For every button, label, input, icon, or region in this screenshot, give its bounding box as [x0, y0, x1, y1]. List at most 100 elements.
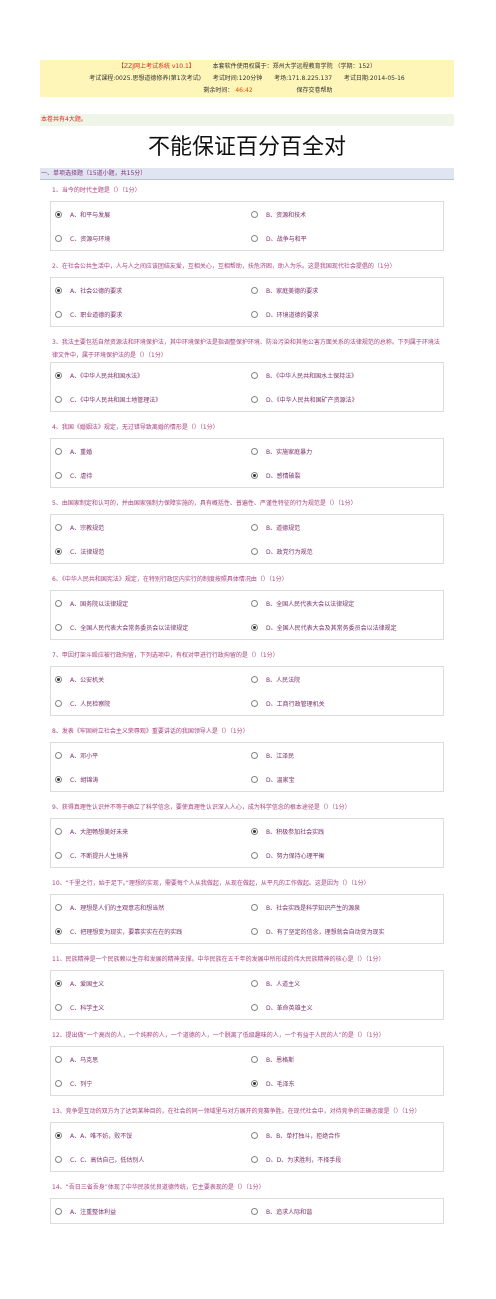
radio-button[interactable]	[251, 1207, 258, 1215]
radio-button[interactable]	[251, 699, 258, 707]
radio-button-selected[interactable]	[55, 979, 62, 987]
answer-option[interactable]: A、《中华人民共和国水法》	[51, 371, 247, 380]
answer-option[interactable]: B、追求人际和谐	[247, 1207, 443, 1216]
radio-button-selected[interactable]	[55, 371, 62, 379]
answer-option[interactable]: B、社会实践是科学知识产生的源泉	[247, 903, 443, 912]
radio-button[interactable]	[55, 310, 62, 318]
radio-button-selected[interactable]	[55, 927, 62, 935]
answer-option[interactable]: C、C、高估自己，低估别人	[51, 1155, 247, 1164]
answer-option[interactable]: A、A、唯不妨，败不馁	[51, 1131, 247, 1140]
answer-option[interactable]: C、资源与环境	[51, 234, 247, 243]
radio-button[interactable]	[55, 1055, 62, 1063]
radio-button[interactable]	[55, 851, 62, 859]
answer-option[interactable]: A、马克思	[51, 1055, 247, 1064]
radio-button[interactable]	[251, 979, 258, 987]
radio-button-selected[interactable]	[55, 675, 62, 683]
radio-button-selected[interactable]	[251, 1079, 258, 1087]
radio-button-selected[interactable]	[251, 623, 258, 631]
radio-button[interactable]	[55, 395, 62, 403]
answer-option[interactable]: C、列宁	[51, 1079, 247, 1088]
radio-button[interactable]	[251, 523, 258, 531]
answer-option[interactable]: A、大胆畅想美好未来	[51, 827, 247, 836]
radio-button[interactable]	[55, 447, 62, 455]
answer-option[interactable]: A、注重整体利益	[51, 1207, 247, 1216]
radio-button[interactable]	[55, 623, 62, 631]
answer-option[interactable]: D、环境道德的要求	[247, 310, 443, 319]
answer-option[interactable]: B、人民法院	[247, 675, 443, 684]
answer-option[interactable]: D、《中华人民共和国矿产资源法》	[247, 395, 443, 404]
answer-option[interactable]: D、全国人民代表大会及其常务委员会以法律规定	[247, 623, 443, 632]
answer-option[interactable]: A、爱国主义	[51, 979, 247, 988]
radio-button[interactable]	[55, 751, 62, 759]
answer-option[interactable]: D、D、为求胜利，不择手段	[247, 1155, 443, 1164]
radio-button-selected[interactable]	[251, 471, 258, 479]
radio-button[interactable]	[251, 395, 258, 403]
radio-button[interactable]	[251, 903, 258, 911]
answer-option[interactable]: C、虐待	[51, 471, 247, 480]
answer-option[interactable]: C、胡锦涛	[51, 775, 247, 784]
answer-option[interactable]: B、《中华人民共和国水土保持法》	[247, 371, 443, 380]
answer-option[interactable]: A、国务院以法律规定	[51, 599, 247, 608]
answer-option[interactable]: B、全国人民代表大会以法律规定	[247, 599, 443, 608]
answer-option[interactable]: B、B、单打独斗，拒绝合作	[247, 1131, 443, 1140]
answer-option[interactable]: B、资源和技术	[247, 210, 443, 219]
radio-button[interactable]	[55, 599, 62, 607]
radio-button[interactable]	[251, 775, 258, 783]
radio-button[interactable]	[251, 1131, 258, 1139]
save-submit-help-links[interactable]: 保存交卷帮助	[296, 87, 332, 94]
radio-button[interactable]	[251, 210, 258, 218]
answer-option[interactable]: D、温家宝	[247, 775, 443, 784]
answer-option[interactable]: C、把理想变为现实，要靠实实在在的实践	[51, 927, 247, 936]
radio-button[interactable]	[55, 827, 62, 835]
radio-button[interactable]	[251, 547, 258, 555]
radio-button[interactable]	[55, 1155, 62, 1163]
radio-button[interactable]	[251, 310, 258, 318]
radio-button[interactable]	[55, 903, 62, 911]
radio-button[interactable]	[251, 1155, 258, 1163]
answer-option[interactable]: B、道德规范	[247, 523, 443, 532]
answer-option[interactable]: C、全国人民代表大会常务委员会以法律规定	[51, 623, 247, 632]
answer-option[interactable]: D、政党行为规范	[247, 547, 443, 556]
radio-button[interactable]	[55, 1003, 62, 1011]
radio-button[interactable]	[251, 447, 258, 455]
answer-option[interactable]: D、工商行政管理机关	[247, 699, 443, 708]
answer-option[interactable]: D、革命英雄主义	[247, 1003, 443, 1012]
radio-button[interactable]	[55, 1207, 62, 1215]
answer-option[interactable]: A、宗教规范	[51, 523, 247, 532]
radio-button-selected[interactable]	[55, 547, 62, 555]
answer-option[interactable]: C、人民检察院	[51, 699, 247, 708]
answer-option[interactable]: B、江泽民	[247, 751, 443, 760]
radio-button[interactable]	[251, 675, 258, 683]
answer-option[interactable]: D、战争与和平	[247, 234, 443, 243]
radio-button[interactable]	[251, 1055, 258, 1063]
answer-option[interactable]: C、职业道德的要求	[51, 310, 247, 319]
answer-option[interactable]: D、毛泽东	[247, 1079, 443, 1088]
radio-button-selected[interactable]	[55, 286, 62, 294]
radio-button[interactable]	[251, 751, 258, 759]
answer-option[interactable]: C、《中华人民共和国土地管理法》	[51, 395, 247, 404]
answer-option[interactable]: D、有了坚定的信念，理想就会自动变为现实	[247, 927, 443, 936]
radio-button-selected[interactable]	[251, 827, 258, 835]
answer-option[interactable]: D、努力保持心理平衡	[247, 851, 443, 860]
answer-option[interactable]: A、社会公德的要求	[51, 286, 247, 295]
answer-option[interactable]: B、恩格斯	[247, 1055, 443, 1064]
radio-button[interactable]	[251, 851, 258, 859]
radio-button[interactable]	[251, 927, 258, 935]
answer-option[interactable]: A、重婚	[51, 447, 247, 456]
radio-button[interactable]	[251, 371, 258, 379]
radio-button[interactable]	[251, 234, 258, 242]
answer-option[interactable]: B、人道主义	[247, 979, 443, 988]
answer-option[interactable]: A、和平与发展	[51, 210, 247, 219]
answer-option[interactable]: C、科学主义	[51, 1003, 247, 1012]
radio-button[interactable]	[251, 599, 258, 607]
radio-button[interactable]	[55, 1079, 62, 1087]
radio-button[interactable]	[251, 1003, 258, 1011]
radio-button-selected[interactable]	[55, 775, 62, 783]
radio-button[interactable]	[55, 699, 62, 707]
answer-option[interactable]: C、法律规范	[51, 547, 247, 556]
radio-button[interactable]	[251, 286, 258, 294]
answer-option[interactable]: A、邓小平	[51, 751, 247, 760]
radio-button-selected[interactable]	[55, 1131, 62, 1139]
answer-option[interactable]: A、公安机关	[51, 675, 247, 684]
answer-option[interactable]: A、理想是人们的主观意志和想当然	[51, 903, 247, 912]
